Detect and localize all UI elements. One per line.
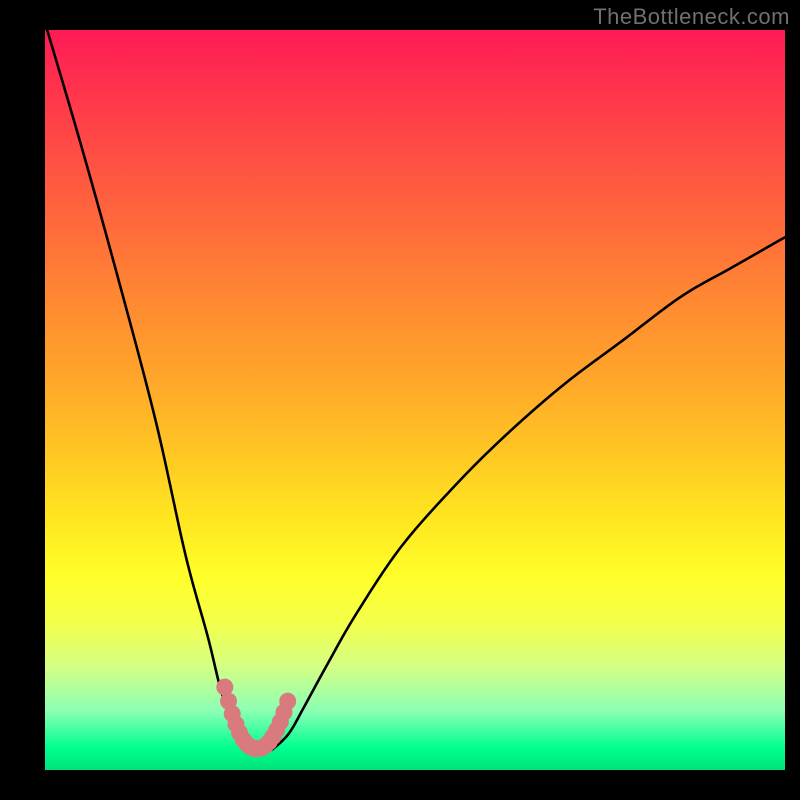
- trough-dot: [279, 693, 296, 710]
- chart-svg: [45, 30, 785, 770]
- chart-frame: TheBottleneck.com: [0, 0, 800, 800]
- watermark-text: TheBottleneck.com: [593, 4, 790, 30]
- curve-line: [45, 30, 785, 754]
- plot-area: [45, 30, 785, 770]
